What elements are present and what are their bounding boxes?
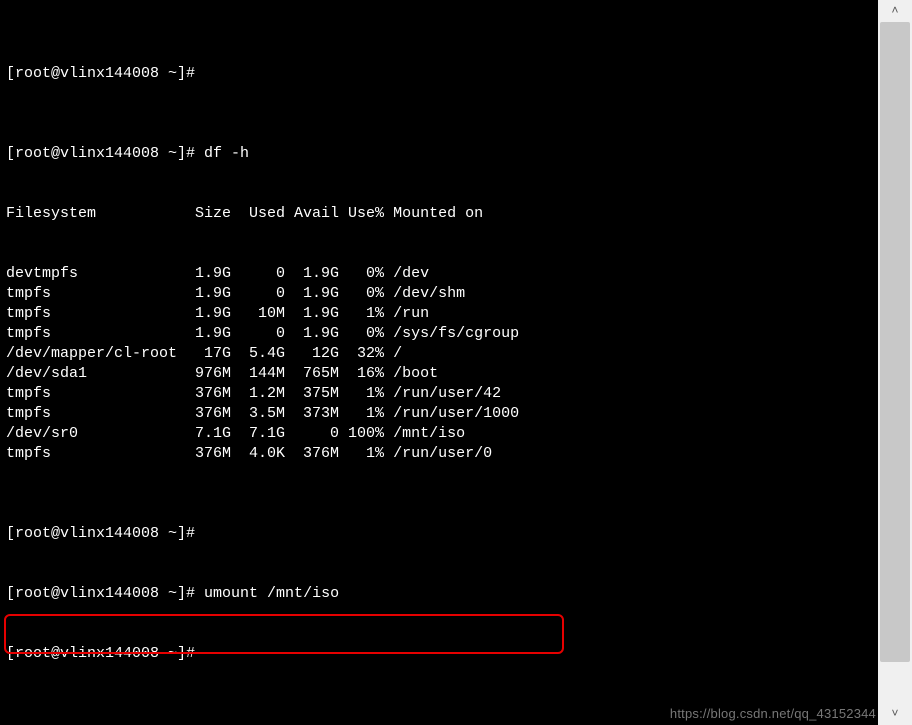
- command-line: [root@vlinx144008 ~]# df -h: [6, 144, 872, 164]
- df-header: Filesystem Size Used Avail Use% Mounted …: [6, 204, 872, 224]
- df-row: tmpfs 1.9G 0 1.9G 0% /dev/shm: [6, 284, 872, 304]
- df-row: /dev/sr0 7.1G 7.1G 0 100% /mnt/iso: [6, 424, 872, 444]
- df-row: devtmpfs 1.9G 0 1.9G 0% /dev: [6, 264, 872, 284]
- df-row: tmpfs 1.9G 0 1.9G 0% /sys/fs/cgroup: [6, 324, 872, 344]
- scrollbar-up-button[interactable]: ˄: [878, 0, 912, 22]
- prompt-line: [root@vlinx144008 ~]#: [6, 64, 872, 84]
- df-row: /dev/mapper/cl-root 17G 5.4G 12G 32% /: [6, 344, 872, 364]
- df-row: tmpfs 1.9G 10M 1.9G 1% /run: [6, 304, 872, 324]
- df-row: /dev/sda1 976M 144M 765M 16% /boot: [6, 364, 872, 384]
- command-line: [root@vlinx144008 ~]# umount /mnt/iso: [6, 584, 872, 604]
- df-row: tmpfs 376M 1.2M 375M 1% /run/user/42: [6, 384, 872, 404]
- prompt-line: [root@vlinx144008 ~]#: [6, 644, 872, 664]
- scrollbar-thumb[interactable]: [880, 22, 910, 662]
- terminal-window[interactable]: [root@vlinx144008 ~]# [root@vlinx144008 …: [0, 0, 878, 725]
- scrollbar-down-button[interactable]: ˅: [878, 703, 912, 725]
- vertical-scrollbar[interactable]: ˄ ˅: [878, 0, 912, 725]
- watermark-text: https://blog.csdn.net/qq_43152344: [670, 706, 876, 721]
- df-row: tmpfs 376M 3.5M 373M 1% /run/user/1000: [6, 404, 872, 424]
- df-row: tmpfs 376M 4.0K 376M 1% /run/user/0: [6, 444, 872, 464]
- prompt-line: [root@vlinx144008 ~]#: [6, 524, 872, 544]
